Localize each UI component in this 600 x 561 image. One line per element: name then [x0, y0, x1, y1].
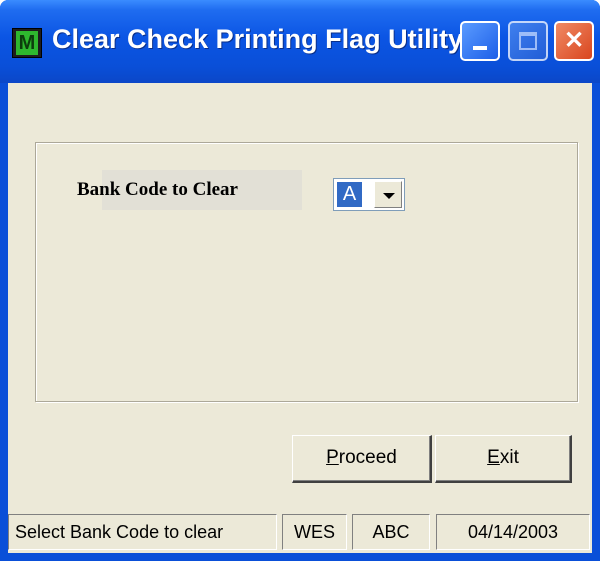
status-date: 04/14/2003	[436, 514, 590, 550]
exit-button[interactable]: Exit	[435, 435, 572, 483]
minimize-icon	[473, 46, 487, 50]
maximize-button	[508, 21, 548, 61]
maximize-icon	[519, 32, 537, 50]
proceed-button[interactable]: Proceed	[292, 435, 432, 483]
close-button[interactable]: ✕	[554, 21, 594, 61]
app-m-icon[interactable]: M	[12, 28, 42, 58]
status-user: WES	[282, 514, 347, 550]
minimize-button[interactable]	[460, 21, 500, 61]
title-bar[interactable]: M Clear Check Printing Flag Utility ✕	[0, 0, 600, 83]
bank-code-label-text: Bank Code to Clear	[77, 179, 238, 200]
close-icon: ✕	[563, 27, 585, 54]
application-window: M Clear Check Printing Flag Utility ✕ Ba…	[0, 0, 600, 561]
status-message: Select Bank Code to clear	[8, 514, 277, 550]
exit-accel: E	[487, 447, 500, 468]
status-company: ABC	[352, 514, 430, 550]
app-icon-letter: M	[16, 31, 38, 55]
bank-code-dropdown-button[interactable]	[374, 181, 402, 208]
proceed-rest: roceed	[338, 447, 397, 468]
bank-code-label: Bank Code to Clear	[77, 170, 302, 210]
chevron-down-icon	[383, 193, 395, 199]
window-title: Clear Check Printing Flag Utility	[52, 24, 464, 54]
bank-code-selected-value: A	[337, 182, 362, 207]
client-area: Bank Code to Clear A Proceed Exit Select…	[8, 83, 592, 553]
proceed-accel: P	[326, 447, 339, 468]
bank-code-dropdown[interactable]: A	[333, 178, 405, 211]
status-bar: Select Bank Code to clear WES ABC 04/14/…	[8, 514, 592, 550]
exit-rest: xit	[499, 447, 519, 468]
